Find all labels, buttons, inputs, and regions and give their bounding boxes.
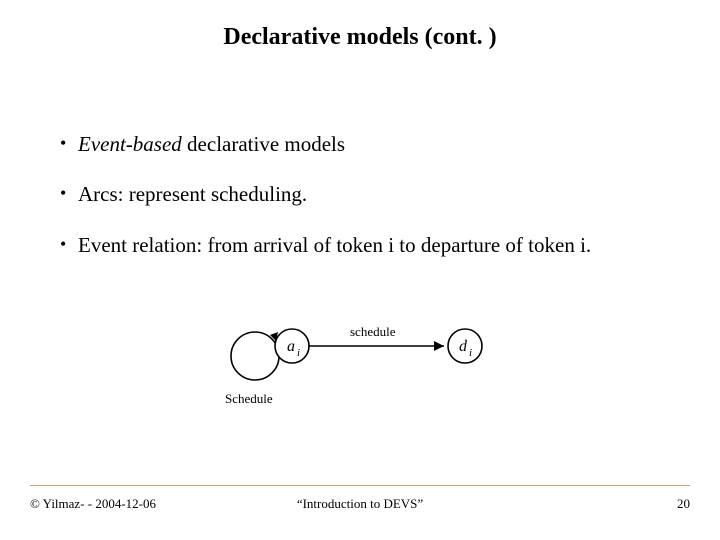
bullet-1: • Event-based declarative models	[60, 130, 680, 158]
slide: Declarative models (cont. ) • Event-base…	[0, 0, 720, 540]
edge-label: schedule	[350, 324, 396, 339]
bullet-2: • Arcs: represent scheduling.	[60, 180, 680, 208]
bullet-1-rest: declarative models	[182, 132, 345, 156]
node-a-symbol: a	[287, 338, 295, 355]
node-d-symbol: d	[459, 338, 468, 355]
node-d-subscript: i	[469, 347, 472, 359]
bullet-1-emph: Event-based	[78, 132, 182, 156]
edge-arrowhead	[434, 341, 444, 351]
bullet-marker: •	[60, 231, 78, 259]
self-loop-label: Schedule	[225, 391, 273, 406]
bullet-marker: •	[60, 180, 78, 208]
footer-left: © Yilmaz- - 2004-12-06	[30, 496, 156, 512]
slide-body: • Event-based declarative models • Arcs:…	[60, 130, 680, 281]
slide-title: Declarative models (cont. )	[0, 24, 720, 51]
footer-page-number: 20	[677, 496, 690, 512]
bullet-marker: •	[60, 130, 78, 158]
event-diagram: a i d i schedule Schedule	[210, 308, 510, 418]
node-a-subscript: i	[297, 347, 300, 359]
bullet-3-text: Event relation: from arrival of token i …	[78, 231, 680, 259]
footer-divider	[30, 485, 690, 486]
slide-footer: © Yilmaz- - 2004-12-06 “Introduction to …	[30, 496, 690, 512]
bullet-2-text: Arcs: represent scheduling.	[78, 180, 680, 208]
self-loop-circle	[231, 332, 279, 380]
bullet-1-text: Event-based declarative models	[78, 130, 680, 158]
bullet-3: • Event relation: from arrival of token …	[60, 231, 680, 259]
